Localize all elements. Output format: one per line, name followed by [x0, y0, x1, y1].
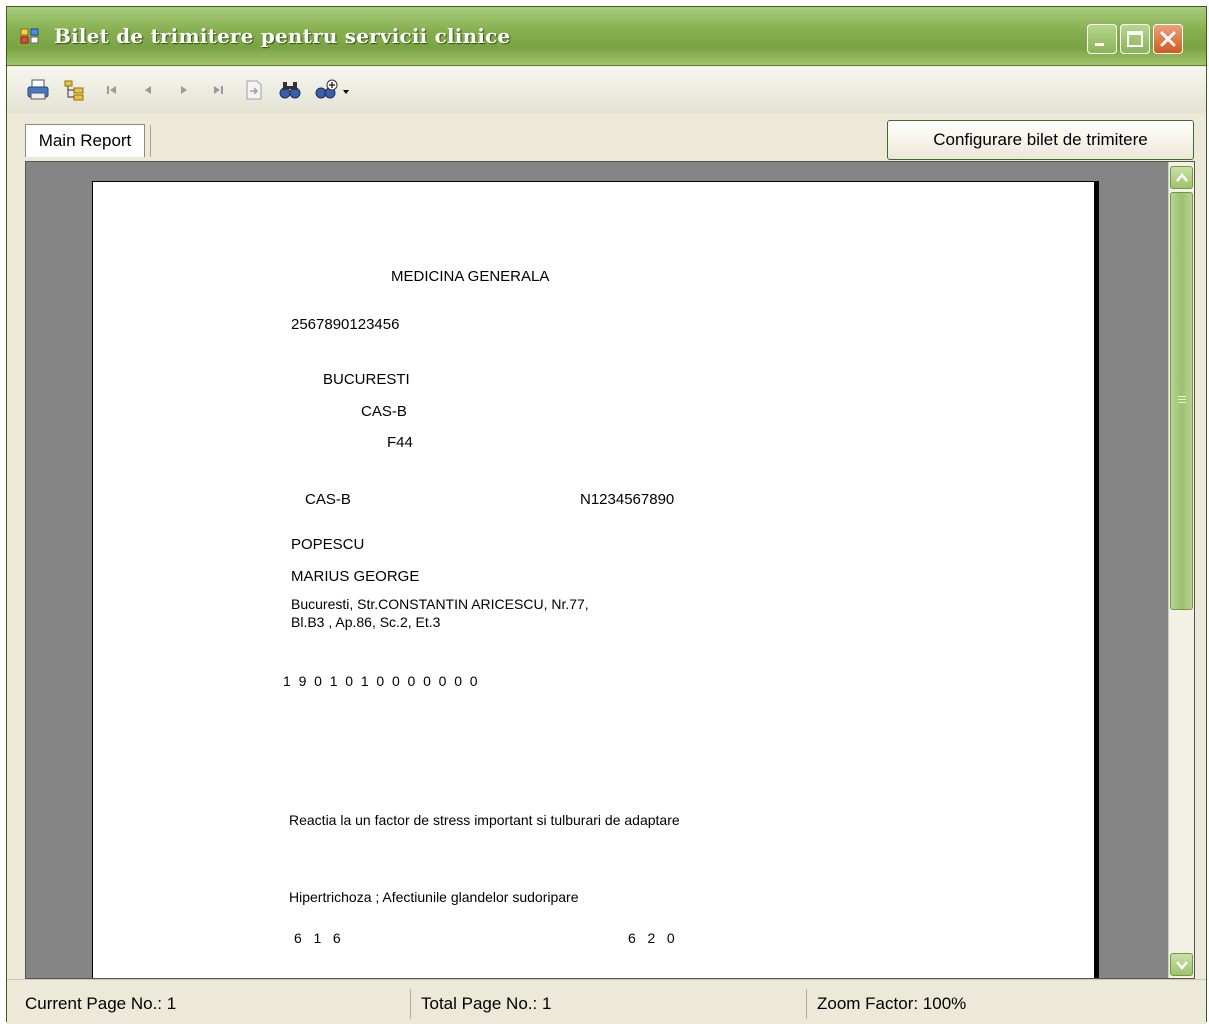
last-page-icon[interactable]	[205, 77, 231, 103]
tab-divider	[150, 125, 151, 157]
next-page-icon[interactable]	[171, 77, 197, 103]
group-tree-icon[interactable]	[61, 77, 87, 103]
app-icon	[20, 27, 40, 45]
total-page-status: Total Page No.: 1	[417, 989, 807, 1019]
title-bar[interactable]: Bilet de trimitere pentru servicii clini…	[7, 7, 1206, 66]
cnp-digits: 1 9 0 1 0 1 0 0 0 0 0 0 0	[283, 673, 478, 689]
first-page-icon[interactable]	[99, 77, 125, 103]
city: BUCURESTI	[323, 371, 410, 388]
code-left: 6 1 6	[294, 930, 341, 946]
tab-bar: Main Report Configurare bilet de trimite…	[7, 113, 1206, 161]
status-bar: Current Page No.: 1 Total Page No.: 1 Zo…	[7, 979, 1206, 1024]
diagnosis-1: Reactia la un factor de stress important…	[289, 812, 680, 828]
find-icon[interactable]	[277, 77, 303, 103]
zoom-icon[interactable]	[315, 77, 355, 103]
configure-ticket-button[interactable]: Configurare bilet de trimitere	[887, 120, 1194, 160]
diagnosis-code: F44	[387, 434, 413, 451]
toolbar	[7, 67, 1206, 114]
diagnosis-2: Hipertrichoza ; Afectiunile glandelor su…	[289, 889, 579, 905]
report-viewer[interactable]: MEDICINA GENERALA 2567890123456 BUCUREST…	[25, 161, 1195, 979]
minimize-button[interactable]	[1087, 24, 1117, 54]
scroll-down-button[interactable]	[1170, 953, 1193, 976]
grip-line	[1178, 399, 1186, 400]
report-page: MEDICINA GENERALA 2567890123456 BUCUREST…	[92, 181, 1099, 978]
patient-first-name: MARIUS GEORGE	[291, 568, 420, 585]
address-line-2: Bl.B3 , Ap.86, Sc.2, Et.3	[291, 614, 441, 630]
current-page-status: Current Page No.: 1	[21, 989, 411, 1019]
cas-header: CAS-B	[361, 403, 407, 420]
grip-line	[1178, 402, 1186, 403]
print-icon[interactable]	[25, 77, 51, 103]
report-window: Bilet de trimitere pentru servicii clini…	[6, 6, 1207, 1024]
specialty: MEDICINA GENERALA	[391, 268, 550, 285]
cas: CAS-B	[305, 491, 351, 508]
goto-page-icon[interactable]	[241, 77, 267, 103]
address-line-1: Bucuresti, Str.CONSTANTIN ARICESCU, Nr.7…	[291, 596, 589, 612]
unit-code: 2567890123456	[291, 316, 400, 333]
previous-page-icon[interactable]	[135, 77, 161, 103]
close-button[interactable]	[1153, 24, 1183, 54]
vertical-scrollbar[interactable]	[1168, 162, 1194, 978]
scroll-up-button[interactable]	[1170, 166, 1193, 189]
ticket-number: N1234567890	[580, 491, 675, 508]
patient-last-name: POPESCU	[291, 536, 365, 553]
grip-line	[1178, 396, 1186, 397]
window-title: Bilet de trimitere pentru servicii clini…	[54, 24, 511, 48]
code-right: 6 2 0	[628, 930, 675, 946]
scroll-thumb[interactable]	[1170, 192, 1193, 610]
zoom-factor-status: Zoom Factor: 100%	[817, 994, 967, 1013]
tab-main-report[interactable]: Main Report	[25, 124, 145, 157]
maximize-button[interactable]	[1120, 24, 1150, 54]
